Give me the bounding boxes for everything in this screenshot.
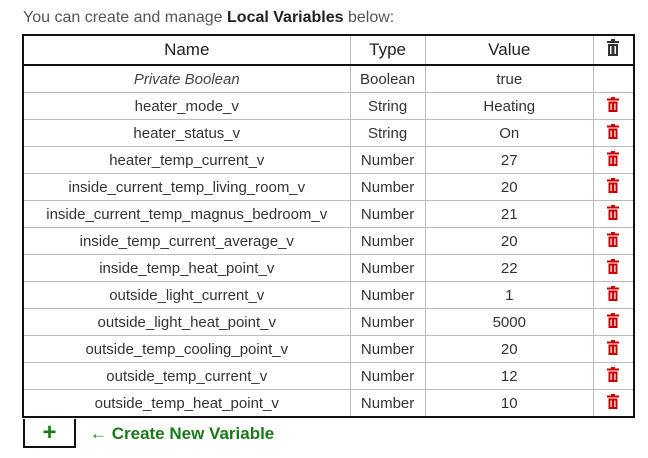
table-row: outside_light_current_v Number 1 — [23, 281, 635, 309]
delete-trash-icon[interactable] — [607, 231, 620, 251]
intro-bold: Local Variables — [227, 9, 344, 26]
variable-type: Number — [349, 173, 426, 201]
header-actions — [592, 35, 635, 66]
variable-name: inside_temp_heat_point_v — [23, 254, 351, 282]
row-actions — [592, 335, 635, 363]
delete-trash-icon[interactable] — [607, 366, 620, 386]
variable-value[interactable]: 20 — [424, 173, 594, 201]
variable-value[interactable]: On — [424, 119, 594, 147]
variable-type: Number — [349, 335, 426, 363]
row-actions — [592, 362, 635, 390]
delete-trash-icon[interactable] — [607, 204, 620, 224]
table-row: outside_temp_cooling_point_v Number 20 — [23, 335, 635, 363]
table-row: heater_temp_current_v Number 27 — [23, 146, 635, 174]
variable-name: heater_status_v — [23, 119, 351, 147]
delete-trash-icon[interactable] — [607, 312, 620, 332]
variable-type: Boolean — [349, 64, 426, 93]
variable-name: outside_temp_cooling_point_v — [23, 335, 351, 363]
variable-name: inside_current_temp_magnus_bedroom_v — [23, 200, 351, 228]
intro-suffix: below: — [343, 9, 395, 26]
variable-type: Number — [349, 200, 426, 228]
delete-trash-icon[interactable] — [607, 177, 620, 197]
delete-trash-icon[interactable] — [607, 393, 620, 413]
variable-value[interactable]: 5000 — [424, 308, 594, 336]
row-actions — [592, 146, 635, 174]
add-button[interactable]: + — [23, 419, 76, 448]
table-header-row: Name Type Value — [23, 35, 635, 66]
header-value: Value — [424, 35, 594, 66]
variable-name: outside_light_heat_point_v — [23, 308, 351, 336]
row-actions — [592, 308, 635, 336]
table-row: inside_current_temp_living_room_v Number 2… — [23, 173, 635, 201]
delete-trash-icon[interactable] — [607, 285, 620, 305]
variable-value[interactable]: 27 — [424, 146, 594, 174]
row-actions — [592, 92, 635, 120]
row-actions — [592, 173, 635, 201]
delete-trash-icon[interactable] — [607, 96, 620, 116]
variable-value[interactable]: true — [424, 64, 594, 93]
variable-value[interactable]: 10 — [424, 389, 594, 417]
delete-trash-icon[interactable] — [607, 150, 620, 170]
variable-type: String — [349, 119, 426, 147]
variable-value[interactable]: 22 — [424, 254, 594, 282]
table-row: outside_temp_heat_point_v Number 10 — [23, 389, 635, 417]
table-row: Private Boolean Boolean true — [23, 64, 635, 93]
variable-value[interactable]: 12 — [424, 362, 594, 390]
row-actions — [592, 254, 635, 282]
variable-value[interactable]: Heating — [424, 92, 594, 120]
row-actions — [592, 119, 635, 147]
variable-type: String — [349, 92, 426, 120]
row-actions — [592, 281, 635, 309]
create-variable-link[interactable]: ← Create New Variable — [90, 424, 274, 444]
row-actions — [592, 227, 635, 255]
variable-type: Number — [349, 362, 426, 390]
delete-trash-icon[interactable] — [607, 339, 620, 359]
variable-type: Number — [349, 308, 426, 336]
variable-value[interactable]: 20 — [424, 335, 594, 363]
variable-type: Number — [349, 146, 426, 174]
delete-trash-icon[interactable] — [607, 258, 620, 278]
table-row: inside_temp_current_average_v Number 20 — [23, 227, 635, 255]
table-row: inside_temp_heat_point_v Number 22 — [23, 254, 635, 282]
variable-name: inside_current_temp_living_room_v — [23, 173, 351, 201]
add-variable-bar: + ← Create New Variable — [23, 418, 274, 449]
variables-table: Name Type Value Private Boolean Boolean tr… — [22, 34, 635, 418]
delete-trash-icon[interactable] — [607, 123, 620, 143]
variable-type: Number — [349, 281, 426, 309]
trash-icon — [607, 39, 620, 56]
header-name: Name — [23, 35, 351, 66]
variable-value[interactable]: 1 — [424, 281, 594, 309]
intro-text: You can create and manage Local Variable… — [23, 9, 394, 27]
variable-name: Private Boolean — [23, 64, 351, 93]
variable-name: heater_mode_v — [23, 92, 351, 120]
variable-name: outside_temp_heat_point_v — [23, 389, 351, 417]
row-actions — [592, 389, 635, 417]
intro-prefix: You can create and manage — [23, 9, 228, 26]
header-type: Type — [349, 35, 426, 66]
variable-value[interactable]: 20 — [424, 227, 594, 255]
variable-name: outside_temp_current_v — [23, 362, 351, 390]
variable-name: outside_light_current_v — [23, 281, 351, 309]
variable-name: inside_temp_current_average_v — [23, 227, 351, 255]
table-row: heater_status_v String On — [23, 119, 635, 147]
table-row: outside_light_heat_point_v Number 5000 — [23, 308, 635, 336]
variable-type: Number — [349, 227, 426, 255]
table-row: inside_current_temp_magnus_bedroom_v Numb… — [23, 200, 635, 228]
variable-name: heater_temp_current_v — [23, 146, 351, 174]
variable-value[interactable]: 21 — [424, 200, 594, 228]
table-row: heater_mode_v String Heating — [23, 92, 635, 120]
row-actions — [592, 64, 635, 93]
row-actions — [592, 200, 635, 228]
variable-type: Number — [349, 389, 426, 417]
variable-type: Number — [349, 254, 426, 282]
table-row: outside_temp_current_v Number 12 — [23, 362, 635, 390]
